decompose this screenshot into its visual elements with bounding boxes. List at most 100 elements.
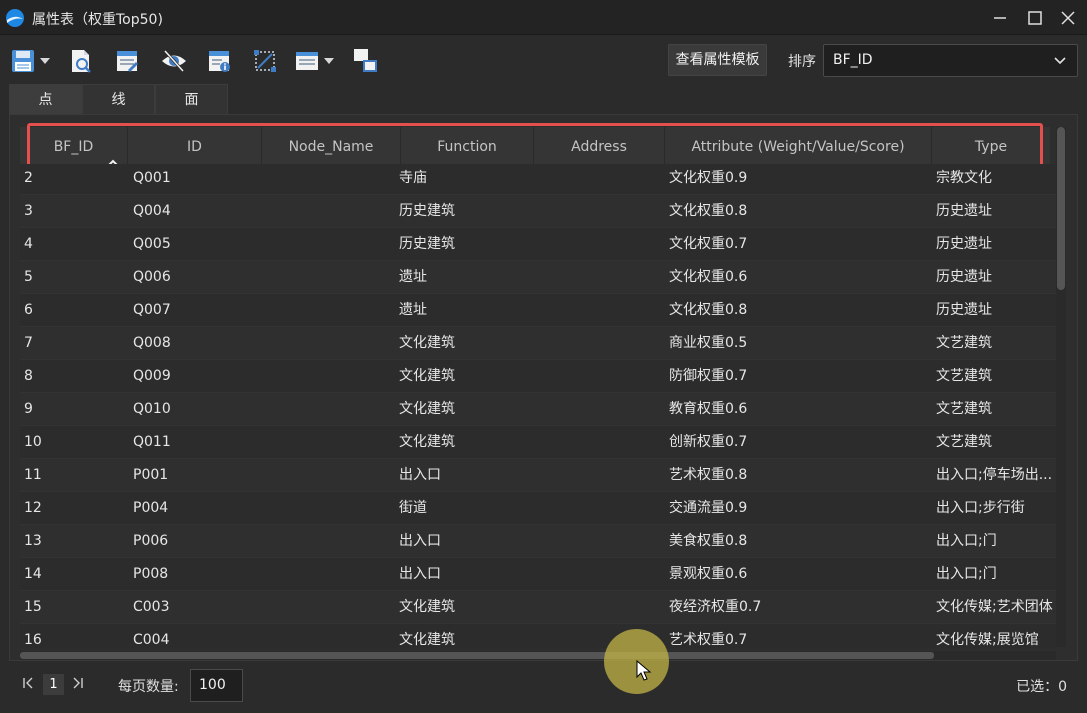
table-cell[interactable]: 交通流量0.9 xyxy=(665,492,931,525)
table-cell[interactable]: Q005 xyxy=(129,228,261,261)
table-cell[interactable]: 文化建筑 xyxy=(395,393,528,426)
table-cell[interactable] xyxy=(529,525,664,558)
table-cell[interactable]: P008 xyxy=(129,558,261,591)
save-button[interactable] xyxy=(10,46,50,76)
table-row[interactable]: 11 P001 出入口 艺术权重0.8 出入口;停车场出... xyxy=(20,459,1057,492)
column-header-address[interactable]: Address xyxy=(534,127,665,167)
table-cell[interactable]: 7 xyxy=(20,327,128,360)
table-row[interactable]: 5 Q006 遗址 文化权重0.6 历史遗址 xyxy=(20,261,1057,294)
table-cell[interactable] xyxy=(529,393,664,426)
table-cell[interactable]: 美食权重0.8 xyxy=(665,525,931,558)
table-cell[interactable]: 文化建筑 xyxy=(395,360,528,393)
vertical-scrollbar-thumb[interactable] xyxy=(1057,127,1065,290)
table-cell[interactable]: 14 xyxy=(20,558,128,591)
table-cell[interactable] xyxy=(262,525,394,558)
table-row[interactable]: 12 P004 街道 交通流量0.9 出入口;步行街 xyxy=(20,492,1057,525)
table-cell[interactable]: 宗教文化 xyxy=(932,164,1057,195)
table-cell[interactable]: 文化权重0.7 xyxy=(665,228,931,261)
copy-button[interactable] xyxy=(352,46,380,76)
table-cell[interactable]: 8 xyxy=(20,360,128,393)
table-cell[interactable]: 文化建筑 xyxy=(395,624,528,648)
table-row[interactable]: 6 Q007 遗址 文化权重0.8 历史遗址 xyxy=(20,294,1057,327)
table-cell[interactable] xyxy=(262,492,394,525)
table-row[interactable]: 15 C003 文化建筑 夜经济权重0.7 文化传媒;艺术团体 xyxy=(20,591,1057,624)
columns-button[interactable] xyxy=(294,46,334,76)
table-row[interactable]: 10 Q011 文化建筑 创新权重0.7 文艺建筑 xyxy=(20,426,1057,459)
column-header-id[interactable]: ID xyxy=(128,127,262,167)
edit-table-button[interactable] xyxy=(114,46,140,76)
table-cell[interactable]: 历史遗址 xyxy=(932,195,1057,228)
tab-point[interactable]: 点 xyxy=(9,84,82,114)
preview-button[interactable] xyxy=(68,46,94,76)
horizontal-scrollbar[interactable] xyxy=(20,651,1056,660)
table-cell[interactable]: 文化建筑 xyxy=(395,327,528,360)
table-cell[interactable] xyxy=(262,558,394,591)
table-row[interactable]: 8 Q009 文化建筑 防御权重0.7 文艺建筑 xyxy=(20,360,1057,393)
table-cell[interactable] xyxy=(529,294,664,327)
table-cell[interactable]: 景观权重0.6 xyxy=(665,558,931,591)
column-header-bf-id[interactable]: BF_ID xyxy=(20,127,128,167)
table-cell[interactable] xyxy=(529,492,664,525)
table-cell[interactable]: 街道 xyxy=(395,492,528,525)
table-cell[interactable]: 历史建筑 xyxy=(395,228,528,261)
table-cell[interactable]: 寺庙 xyxy=(395,164,528,195)
table-cell[interactable] xyxy=(262,393,394,426)
table-cell[interactable]: 文艺建筑 xyxy=(932,360,1057,393)
table-cell[interactable]: 出入口;停车场出... xyxy=(932,459,1057,492)
table-cell[interactable]: 12 xyxy=(20,492,128,525)
table-cell[interactable]: 出入口;门 xyxy=(932,558,1057,591)
table-cell[interactable] xyxy=(262,261,394,294)
table-cell[interactable]: 文化权重0.9 xyxy=(665,164,931,195)
minimize-icon[interactable] xyxy=(988,6,1012,30)
table-row[interactable]: 4 Q005 历史建筑 文化权重0.7 历史遗址 xyxy=(20,228,1057,261)
table-cell[interactable] xyxy=(529,591,664,624)
table-cell[interactable]: Q011 xyxy=(129,426,261,459)
table-cell[interactable]: 历史遗址 xyxy=(932,261,1057,294)
table-cell[interactable]: 防御权重0.7 xyxy=(665,360,931,393)
horizontal-scrollbar-thumb[interactable] xyxy=(20,652,934,659)
table-cell[interactable]: Q001 xyxy=(129,164,261,195)
column-header-function[interactable]: Function xyxy=(401,127,534,167)
table-cell[interactable] xyxy=(529,360,664,393)
table-cell[interactable]: 出入口 xyxy=(395,525,528,558)
table-cell[interactable]: C004 xyxy=(129,624,261,648)
select-all-button[interactable] xyxy=(252,46,278,76)
table-cell[interactable] xyxy=(529,228,664,261)
table-cell[interactable]: 文化建筑 xyxy=(395,591,528,624)
sort-select[interactable]: BF_ID xyxy=(823,44,1078,77)
table-cell[interactable]: 文化建筑 xyxy=(395,426,528,459)
table-cell[interactable] xyxy=(262,228,394,261)
table-cell[interactable]: 5 xyxy=(20,261,128,294)
table-cell[interactable]: 2 xyxy=(20,164,128,195)
table-cell[interactable] xyxy=(262,459,394,492)
table-cell[interactable]: 艺术权重0.7 xyxy=(665,624,931,648)
current-page[interactable]: 1 xyxy=(43,674,64,695)
table-cell[interactable]: 出入口 xyxy=(395,459,528,492)
close-icon[interactable] xyxy=(1056,6,1080,30)
table-cell[interactable]: 文艺建筑 xyxy=(932,327,1057,360)
tab-line[interactable]: 线 xyxy=(82,84,155,114)
table-cell[interactable]: 文艺建筑 xyxy=(932,426,1057,459)
table-cell[interactable] xyxy=(529,459,664,492)
table-cell[interactable] xyxy=(529,164,664,195)
table-cell[interactable] xyxy=(529,426,664,459)
table-row[interactable]: 16 C004 文化建筑 艺术权重0.7 文化传媒;展览馆 xyxy=(20,624,1057,648)
last-page-icon[interactable] xyxy=(70,676,84,694)
table-cell[interactable]: P001 xyxy=(129,459,261,492)
table-cell[interactable]: 文艺建筑 xyxy=(932,393,1057,426)
table-cell[interactable]: Q007 xyxy=(129,294,261,327)
table-cell[interactable]: 13 xyxy=(20,525,128,558)
table-cell[interactable]: 历史遗址 xyxy=(932,294,1057,327)
table-cell[interactable] xyxy=(529,195,664,228)
visibility-button[interactable] xyxy=(160,46,188,76)
table-cell[interactable]: 文化传媒;展览馆 xyxy=(932,624,1057,648)
first-page-icon[interactable] xyxy=(22,676,36,694)
maximize-icon[interactable] xyxy=(1023,6,1047,30)
column-header-attribute[interactable]: Attribute (Weight/Value/Score) xyxy=(665,127,932,167)
table-cell[interactable]: 文化权重0.8 xyxy=(665,294,931,327)
table-cell[interactable]: 6 xyxy=(20,294,128,327)
table-row[interactable]: 3 Q004 历史建筑 文化权重0.8 历史遗址 xyxy=(20,195,1057,228)
table-cell[interactable]: 文化权重0.8 xyxy=(665,195,931,228)
table-row[interactable]: 9 Q010 文化建筑 教育权重0.6 文艺建筑 xyxy=(20,393,1057,426)
table-cell[interactable] xyxy=(262,360,394,393)
